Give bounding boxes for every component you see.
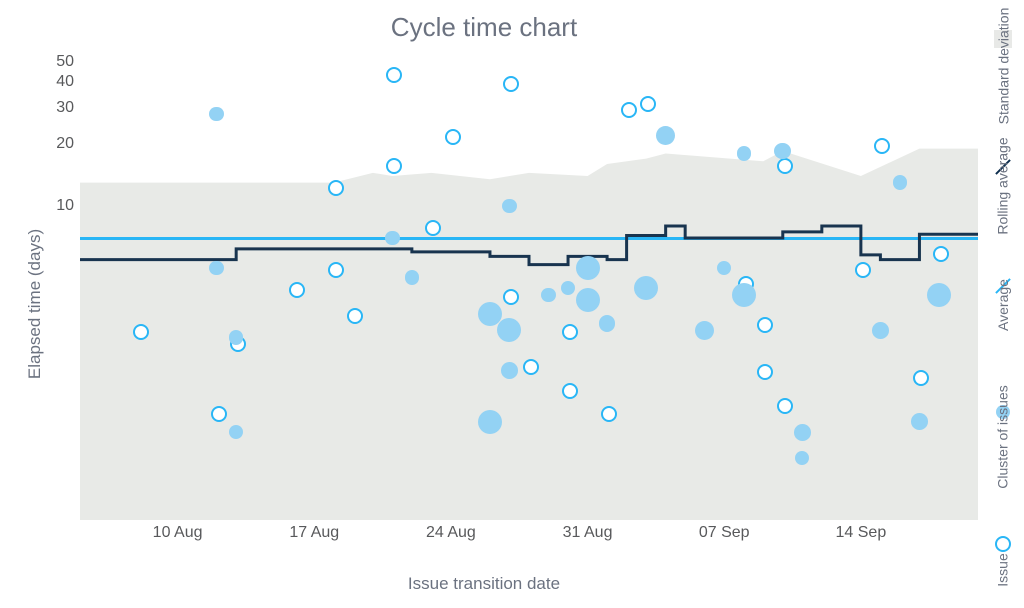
issue-point[interactable] xyxy=(913,370,929,386)
issue-point[interactable] xyxy=(874,138,890,154)
cluster-point[interactable] xyxy=(893,175,907,189)
cluster-point[interactable] xyxy=(497,318,521,342)
issue-point[interactable] xyxy=(211,406,227,422)
issue-point[interactable] xyxy=(601,406,617,422)
y-tick: 20 xyxy=(50,135,74,153)
issue-point[interactable] xyxy=(133,324,149,340)
cluster-point[interactable] xyxy=(209,107,223,121)
cluster-point[interactable] xyxy=(478,410,502,434)
cluster-point[interactable] xyxy=(599,315,616,332)
y-axis-label: Elapsed time (days) xyxy=(25,229,45,379)
issue-point[interactable] xyxy=(328,262,344,278)
y-tick: 40 xyxy=(50,73,74,91)
legend-label-ra: Rolling average xyxy=(995,137,1011,234)
average-line xyxy=(80,237,978,240)
chart-wrap: Cycle time chart Elapsed time (days) Iss… xyxy=(0,0,1024,608)
y-tick: 10 xyxy=(50,197,74,215)
issue-point[interactable] xyxy=(562,383,578,399)
cluster-point[interactable] xyxy=(385,231,399,245)
legend-issue: Issue xyxy=(986,536,1019,578)
issue-point[interactable] xyxy=(347,308,363,324)
cluster-point[interactable] xyxy=(732,283,756,307)
cluster-point[interactable] xyxy=(501,362,518,379)
cluster-point[interactable] xyxy=(911,413,928,430)
cluster-point[interactable] xyxy=(695,321,714,340)
issue-point[interactable] xyxy=(523,359,539,375)
cluster-point[interactable] xyxy=(774,143,791,160)
legend: Standard deviation Rolling average Avera… xyxy=(984,30,1022,578)
x-tick: 10 Aug xyxy=(153,524,203,542)
issue-point[interactable] xyxy=(386,158,402,174)
issue-point[interactable] xyxy=(933,246,949,262)
chart-title: Cycle time chart xyxy=(0,12,968,43)
issue-point[interactable] xyxy=(445,129,461,145)
issue-point[interactable] xyxy=(503,76,519,92)
issue-point[interactable] xyxy=(855,262,871,278)
x-tick: 07 Sep xyxy=(699,524,750,542)
y-tick: 30 xyxy=(50,99,74,117)
cluster-point[interactable] xyxy=(634,276,658,300)
x-tick: 31 Aug xyxy=(563,524,613,542)
legend-label-std: Standard deviation xyxy=(995,8,1011,125)
x-axis-label: Issue transition date xyxy=(0,574,968,594)
legend-label-avg: Average xyxy=(995,279,1011,331)
issue-point[interactable] xyxy=(621,102,637,118)
cluster-point[interactable] xyxy=(795,451,809,465)
cluster-point[interactable] xyxy=(576,288,600,312)
legend-rolling-avg: Rolling average xyxy=(954,166,1024,194)
cluster-point[interactable] xyxy=(872,322,889,339)
cluster-point[interactable] xyxy=(561,281,575,295)
issue-point[interactable] xyxy=(757,317,773,333)
cluster-point[interactable] xyxy=(717,261,731,275)
y-tick: 50 xyxy=(50,53,74,71)
legend-swatch-issue xyxy=(995,536,1011,552)
issue-point[interactable] xyxy=(425,220,441,236)
legend-cluster: Cluster of issues xyxy=(951,405,1024,445)
issue-point[interactable] xyxy=(562,324,578,340)
issue-point[interactable] xyxy=(777,158,793,174)
issue-point[interactable] xyxy=(386,67,402,83)
legend-label-cluster: Cluster of issues xyxy=(995,385,1011,488)
cluster-point[interactable] xyxy=(541,288,555,302)
legend-std: Standard deviation xyxy=(945,30,1024,74)
cluster-point[interactable] xyxy=(405,270,419,284)
cluster-point[interactable] xyxy=(502,199,516,213)
cluster-point[interactable] xyxy=(927,283,951,307)
issue-point[interactable] xyxy=(328,180,344,196)
cluster-point[interactable] xyxy=(794,424,811,441)
cluster-point[interactable] xyxy=(656,126,675,145)
legend-avg: Average xyxy=(977,285,1024,313)
issue-point[interactable] xyxy=(289,282,305,298)
issue-point[interactable] xyxy=(757,364,773,380)
legend-label-issue: Issue xyxy=(995,553,1011,586)
cluster-point[interactable] xyxy=(737,146,751,160)
issue-point[interactable] xyxy=(777,398,793,414)
issue-point[interactable] xyxy=(503,289,519,305)
cluster-point[interactable] xyxy=(229,425,243,439)
x-tick: 14 Sep xyxy=(836,524,887,542)
x-tick: 17 Aug xyxy=(289,524,339,542)
x-tick: 24 Aug xyxy=(426,524,476,542)
issue-point[interactable] xyxy=(640,96,656,112)
cluster-point[interactable] xyxy=(209,261,223,275)
cluster-point[interactable] xyxy=(576,256,600,280)
plot-area[interactable] xyxy=(80,62,978,520)
cluster-point[interactable] xyxy=(229,330,243,344)
